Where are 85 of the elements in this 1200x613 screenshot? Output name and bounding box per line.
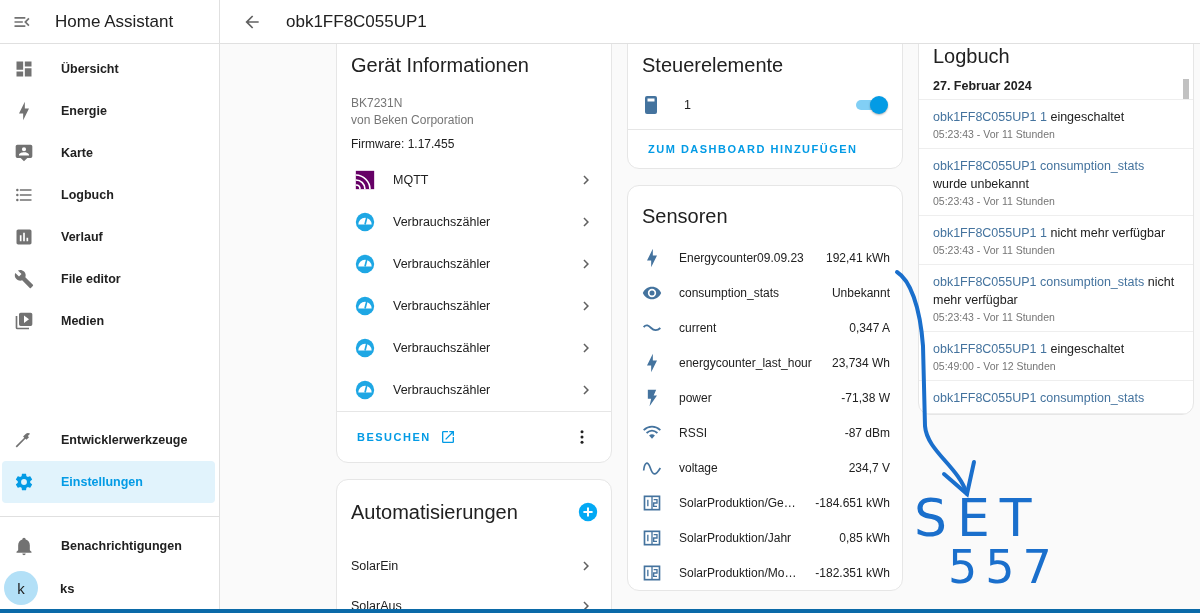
gauge-icon bbox=[355, 212, 375, 232]
device-model: BK7231N bbox=[350, 95, 404, 112]
log-message: obk1FF8C055UP1 1 nicht mehr verfügbar bbox=[933, 225, 1167, 242]
sensor-value: 0,85 kWh bbox=[839, 530, 890, 545]
handwritten-note: 557 bbox=[948, 544, 1060, 590]
integration-item[interactable]: Verbrauchszähler bbox=[337, 243, 611, 285]
external-link-icon bbox=[439, 429, 456, 445]
gauge-icon bbox=[355, 296, 375, 316]
app-title: Home Assistant bbox=[55, 11, 174, 32]
sidebar-item[interactable]: File editor bbox=[2, 258, 215, 300]
signal-arcs-icon bbox=[355, 170, 375, 190]
bar-chart-icon bbox=[14, 227, 34, 247]
sensor-name[interactable]: consumption_stats bbox=[679, 285, 825, 300]
sensor-name[interactable]: SolarProduktion/Jahr bbox=[679, 530, 833, 545]
entity-link[interactable]: obk1FF8C055UP1 1 bbox=[933, 342, 1047, 356]
card-title: Automatisierungen bbox=[351, 500, 518, 525]
sidebar-item[interactable]: Karte bbox=[2, 132, 215, 174]
log-time: 05:49:00 - Vor 12 Stunden bbox=[933, 359, 1057, 374]
log-message: obk1FF8C055UP1 1 eingeschaltet bbox=[933, 109, 1126, 126]
page-title: obk1FF8C055UP1 bbox=[286, 11, 427, 32]
entity-link[interactable]: obk1FF8C055UP1 consumption_stats bbox=[933, 159, 1145, 173]
entity-link[interactable]: obk1FF8C055UP1 1 bbox=[933, 110, 1047, 124]
log-time: 05:23:43 - Vor 11 Stunden bbox=[933, 127, 1056, 142]
entity-link[interactable]: obk1FF8C055UP1 consumption_stats bbox=[933, 275, 1145, 289]
sensor-value: -184.651 kWh bbox=[815, 495, 890, 510]
sensor-value: -182.351 kWh bbox=[815, 565, 890, 580]
sensor-value: 234,7 V bbox=[848, 460, 890, 475]
sensor-name[interactable]: SolarProduktion/Ge… bbox=[679, 495, 809, 510]
sensor-name[interactable]: energycounter_last_hour bbox=[679, 355, 825, 370]
sensor-value: -87 dBm bbox=[844, 425, 890, 440]
sensor-name[interactable]: voltage bbox=[679, 460, 842, 475]
user-name[interactable]: ks bbox=[60, 580, 75, 596]
sidebar-item[interactable]: Medien bbox=[2, 300, 215, 342]
sensor-name[interactable]: RSSI bbox=[679, 425, 838, 440]
card-title: Steuerelemente bbox=[641, 53, 785, 78]
log-time: 05:23:43 - Vor 11 Stunden bbox=[933, 194, 1056, 209]
sensor-value: 23,734 Wh bbox=[831, 355, 890, 370]
sidebar-item[interactable]: Verlauf bbox=[2, 216, 215, 258]
wrench-icon bbox=[14, 269, 34, 289]
dashboard-icon bbox=[14, 59, 34, 79]
log-message: obk1FF8C055UP1 consumption_stats wurde unbekannt bbox=[933, 158, 1146, 193]
sidebar-item[interactable]: Energie bbox=[2, 90, 215, 132]
entity-link[interactable]: obk1FF8C055UP1 consumption_stats bbox=[933, 391, 1145, 405]
sensor-value: Unbekannt bbox=[831, 285, 890, 300]
log-time: 05:23:43 - Vor 11 Stunden bbox=[933, 243, 1056, 258]
scrollbar-thumb[interactable] bbox=[1183, 79, 1189, 99]
integration-item[interactable]: Verbrauchszähler bbox=[337, 201, 611, 243]
automation-item[interactable]: SolarEin bbox=[337, 546, 611, 586]
card-title: Logbuch bbox=[932, 44, 1011, 69]
handwritten-note: SET bbox=[914, 492, 1042, 544]
toggle-switch[interactable] bbox=[854, 95, 888, 115]
sensor-value: 0,347 A bbox=[849, 320, 890, 335]
sensor-name[interactable]: current bbox=[679, 320, 843, 335]
log-time: 05:23:43 - Vor 11 Stunden bbox=[933, 310, 1056, 325]
sidebar-item[interactable]: Übersicht bbox=[2, 48, 215, 90]
sidebar-item[interactable]: Logbuch bbox=[2, 174, 215, 216]
bell-icon bbox=[14, 536, 34, 556]
user-avatar[interactable]: k bbox=[4, 571, 38, 605]
device-manufacturer: von Beken Corporation bbox=[350, 112, 475, 129]
firmware-version: Firmware: 1.17.455 bbox=[350, 136, 456, 153]
gauge-icon bbox=[355, 380, 375, 400]
integration-item[interactable]: MQTT bbox=[337, 159, 611, 201]
sensor-value: -71,38 W bbox=[841, 390, 890, 405]
gauge-icon bbox=[355, 338, 375, 358]
integration-item[interactable]: Verbrauchszähler bbox=[337, 369, 611, 411]
card-title: Gerät Informationen bbox=[350, 53, 530, 78]
sensor-name[interactable]: SolarProduktion/Mo… bbox=[679, 565, 809, 580]
integration-item[interactable]: Verbrauchszähler bbox=[337, 285, 611, 327]
notifications-item[interactable]: Benachrichtigungen bbox=[2, 525, 215, 567]
settings-icon bbox=[14, 472, 34, 492]
switch-device-icon bbox=[642, 95, 660, 115]
sensor-name[interactable]: Energycounter09.09.23 bbox=[679, 250, 819, 265]
integration-item[interactable]: Verbrauchszähler bbox=[337, 327, 611, 369]
log-message: obk1FF8C055UP1 consumption_stats nicht mehr verfügbar bbox=[933, 274, 1176, 309]
entity-link[interactable]: obk1FF8C055UP1 1 bbox=[933, 226, 1047, 240]
card-title: Sensoren bbox=[641, 204, 729, 229]
person-pin-icon bbox=[14, 143, 34, 163]
add-icon[interactable] bbox=[577, 501, 599, 523]
entity-name: 1 bbox=[684, 98, 692, 112]
log-message: obk1FF8C055UP1 1 eingeschaltet bbox=[933, 341, 1126, 358]
sensor-name[interactable]: power bbox=[679, 390, 835, 405]
gauge-icon bbox=[355, 254, 375, 274]
sensor-value: 192,41 kWh bbox=[825, 250, 890, 265]
play-stack-icon bbox=[14, 311, 34, 331]
sidebar-item[interactable]: Entwicklerwerkzeuge bbox=[2, 419, 215, 461]
